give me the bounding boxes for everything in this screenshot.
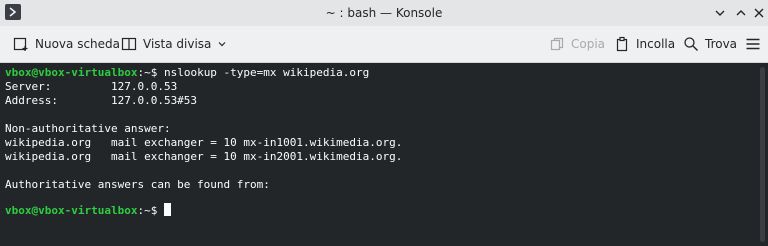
prompt-line: vbox@vbox-virtualbox:~$ <box>5 203 171 217</box>
command-line: vbox@vbox-virtualbox:~$ nslookup -type=m… <box>5 66 369 80</box>
window-title: ~ : bash — Konsole <box>325 6 443 20</box>
output-line: Server: 127.0.0.53 <box>5 80 178 93</box>
prompt-user: vbox@vbox-virtualbox <box>5 204 138 217</box>
prompt-suffix: :~$ <box>137 204 164 217</box>
paste-label: Incolla <box>636 37 676 51</box>
title-bar[interactable]: ~ : bash — Konsole <box>0 0 768 26</box>
paste-icon <box>616 36 628 52</box>
konsole-window: ~ : bash — Konsole Nuova scheda Vista di… <box>0 0 768 246</box>
close-icon <box>754 8 764 18</box>
toolbar: Nuova scheda Vista divisa Copia Incolla … <box>0 26 768 63</box>
chevron-down-icon <box>715 10 725 16</box>
output-line: Non-authoritative answer: <box>5 122 171 135</box>
text-cursor <box>163 203 171 216</box>
output-line: Address: 127.0.0.53#53 <box>5 94 198 107</box>
main-menu-button[interactable] <box>745 26 767 62</box>
find-button[interactable]: Trova <box>683 26 737 62</box>
chevron-down-icon <box>218 42 226 47</box>
output-line: wikipedia.org mail exchanger = 10 mx-in1… <box>5 136 403 149</box>
split-view-button[interactable]: Vista divisa <box>121 26 227 62</box>
new-tab-label: Nuova scheda <box>35 37 121 51</box>
terminal-scrollbar[interactable] <box>757 63 768 246</box>
command-text: nslookup -type=mx wikipedia.org <box>163 66 370 79</box>
minimize-button[interactable] <box>711 4 729 22</box>
maximize-button[interactable] <box>732 4 750 22</box>
prompt-suffix: :~$ <box>137 66 164 79</box>
paste-button[interactable]: Incolla <box>614 26 675 62</box>
split-view-icon <box>121 37 137 51</box>
scrollbar-thumb[interactable] <box>760 67 765 242</box>
terminal-view[interactable]: vbox@vbox-virtualbox:~$ nslookup -type=m… <box>0 63 768 246</box>
new-tab-icon <box>13 37 28 51</box>
close-button[interactable] <box>750 4 768 22</box>
output-line: Authoritative answers can be found from: <box>5 178 270 191</box>
output-line: wikipedia.org mail exchanger = 10 mx-in2… <box>5 150 403 163</box>
copy-icon <box>550 37 564 51</box>
find-label: Trova <box>705 37 738 51</box>
split-view-label: Vista divisa <box>143 37 212 51</box>
copy-button[interactable]: Copia <box>549 26 605 62</box>
copy-label: Copia <box>571 37 606 51</box>
search-icon <box>684 37 698 51</box>
new-tab-button[interactable]: Nuova scheda <box>13 26 120 62</box>
prompt-user: vbox@vbox-virtualbox <box>5 66 138 79</box>
chevron-up-icon <box>736 10 746 16</box>
hamburger-menu-icon <box>746 38 760 50</box>
